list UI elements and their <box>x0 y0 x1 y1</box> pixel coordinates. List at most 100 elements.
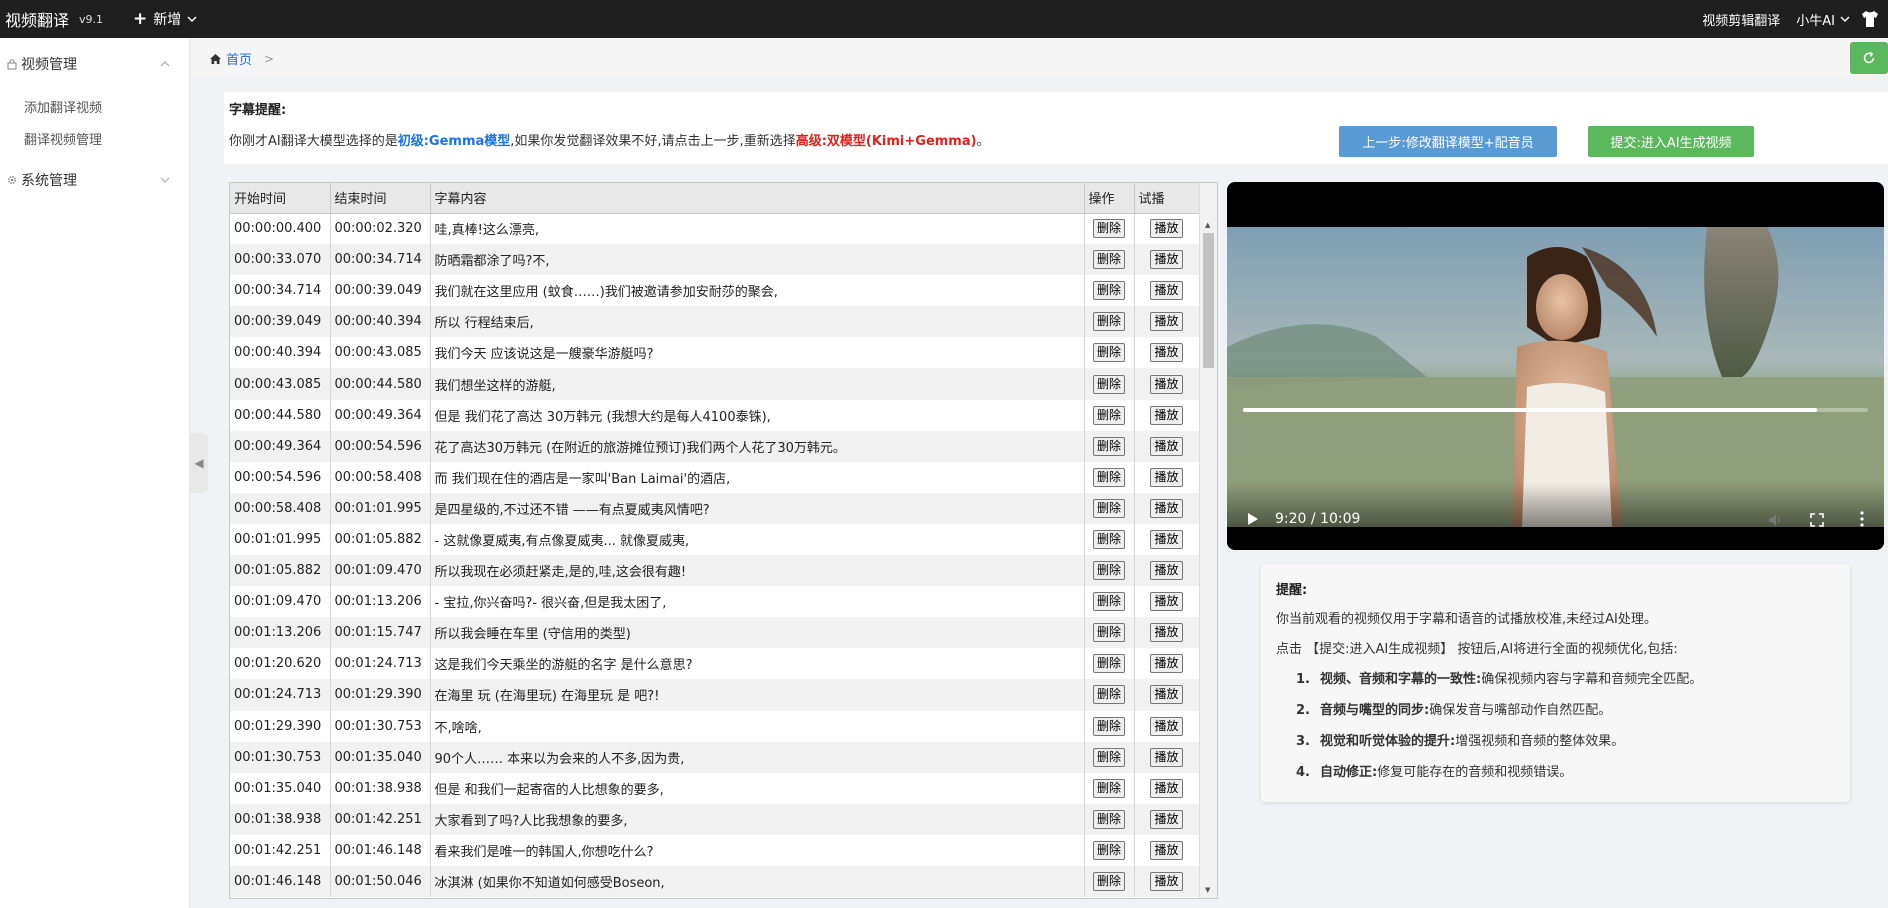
delete-row-button[interactable]: 删除 <box>1092 592 1125 612</box>
delete-row-button[interactable]: 删除 <box>1092 778 1125 798</box>
play-row-button[interactable]: 播放 <box>1150 250 1183 270</box>
play-row-button[interactable]: 播放 <box>1150 343 1183 363</box>
play-row-button[interactable]: 播放 <box>1150 405 1183 425</box>
delete-row-button[interactable]: 删除 <box>1092 498 1125 518</box>
scrollbar-thumb[interactable] <box>1203 233 1214 368</box>
subtitle-cell: 90个人…… 本来以为会来的人不多,因为贵, <box>430 741 1085 773</box>
delete-row-button[interactable]: 删除 <box>1092 219 1125 239</box>
delete-row-button[interactable]: 删除 <box>1092 623 1125 643</box>
volume-icon[interactable] <box>1768 513 1784 527</box>
play-row-button[interactable]: 播放 <box>1150 716 1183 736</box>
new-menu-label: 新增 <box>153 12 182 28</box>
play-icon[interactable] <box>1247 512 1259 526</box>
action-cell: 删除 <box>1084 586 1135 618</box>
play-row-button[interactable]: 播放 <box>1150 312 1183 332</box>
more-options-icon[interactable] <box>1860 511 1864 527</box>
delete-row-button[interactable]: 删除 <box>1092 747 1125 767</box>
delete-row-button[interactable]: 删除 <box>1092 343 1125 363</box>
play-row-button[interactable]: 播放 <box>1150 840 1183 860</box>
play-row-button[interactable]: 播放 <box>1150 623 1183 643</box>
delete-row-button[interactable]: 删除 <box>1092 809 1125 829</box>
list-item: 4. 自动修正:修复可能存在的音频和视频错误。 <box>1296 761 1702 792</box>
delete-row-button[interactable]: 删除 <box>1092 561 1125 581</box>
delete-row-button[interactable]: 删除 <box>1092 405 1125 425</box>
sidebar-group-video-management[interactable]: 视频管理 <box>0 38 189 90</box>
previous-step-button[interactable]: 上一步:修改翻译模型+配音员 <box>1339 126 1557 157</box>
play-row-button[interactable]: 播放 <box>1150 498 1183 518</box>
theme-shirt-icon[interactable] <box>1860 10 1880 28</box>
play-row-button[interactable]: 播放 <box>1150 778 1183 798</box>
subtitle-table-container: 开始时间 结束时间 字幕内容 操作 试播 00:00:00.400 00:00:0… <box>229 182 1218 899</box>
play-row-button[interactable]: 播放 <box>1150 374 1183 394</box>
play-row-button[interactable]: 播放 <box>1150 685 1183 705</box>
video-player[interactable]: 9:20 / 10:09 <box>1227 182 1884 550</box>
delete-row-button[interactable]: 删除 <box>1092 685 1125 705</box>
play-row-button[interactable]: 播放 <box>1150 219 1183 239</box>
app-brand[interactable]: 视频翻译 <box>5 7 69 31</box>
play-row-button[interactable]: 播放 <box>1150 654 1183 674</box>
end-time-cell: 00:01:38.938 <box>330 772 431 804</box>
home-icon <box>210 53 221 64</box>
video-controls: 9:20 / 10:09 <box>1227 482 1884 550</box>
refresh-button[interactable] <box>1850 42 1888 74</box>
delete-row-button[interactable]: 删除 <box>1092 312 1125 332</box>
submit-generate-video-button[interactable]: 提交:进入AI生成视频 <box>1588 126 1754 157</box>
tips-line: 你当前观看的视频仅用于字幕和语音的试播放校准,未经过AI处理。 <box>1276 612 1657 627</box>
scroll-down-icon[interactable]: ▼ <box>1205 886 1210 894</box>
delete-row-button[interactable]: 删除 <box>1092 840 1125 860</box>
delete-row-button[interactable]: 删除 <box>1092 374 1125 394</box>
delete-row-button[interactable]: 删除 <box>1092 654 1125 674</box>
table-row: 00:01:09.470 00:01:13.206- 宝拉,你兴奋吗?- 很兴奋,… <box>230 586 1200 618</box>
model-level-basic: 初级:Gemma模型 <box>397 134 511 149</box>
video-progress-bar[interactable] <box>1243 408 1868 412</box>
notice-text-part: 你刚才AI翻译大模型选择的是 <box>229 134 398 149</box>
user-menu[interactable]: 小牛AI <box>1796 10 1850 29</box>
table-scrollbar[interactable]: ▲ ▼ <box>1199 183 1217 898</box>
action-cell: 删除 <box>1084 461 1135 493</box>
table-row: 00:01:42.251 00:01:46.148 看来我们是唯一的韩国人,你想吃什… <box>230 834 1200 866</box>
fullscreen-icon[interactable] <box>1810 513 1824 527</box>
play-row-button[interactable]: 播放 <box>1150 467 1183 487</box>
delete-row-button[interactable]: 删除 <box>1092 281 1125 301</box>
header-strip: 首页 > <box>191 38 1888 76</box>
breadcrumb-home[interactable]: 首页 <box>226 49 252 68</box>
delete-row-button[interactable]: 删除 <box>1092 436 1125 456</box>
list-item-text: 确保视频内容与字幕和音频完全匹配。 <box>1481 672 1703 687</box>
end-time-cell: 00:01:01.995 <box>330 492 431 524</box>
end-time-cell: 00:00:44.580 <box>330 368 431 400</box>
table-row: 00:00:00.400 00:00:02.320 哇,真棒!这么漂亮, 删除 播放 <box>230 213 1200 245</box>
end-time-cell: 00:00:40.394 <box>330 306 431 338</box>
start-time-cell: 00:01:42.251 <box>230 834 331 866</box>
preview-cell: 播放 <box>1134 741 1200 773</box>
breadcrumb-separator: > <box>264 51 275 66</box>
action-cell: 删除 <box>1084 337 1135 369</box>
play-row-button[interactable]: 播放 <box>1150 747 1183 767</box>
gear-icon <box>7 175 17 185</box>
play-row-button[interactable]: 播放 <box>1150 592 1183 612</box>
sidebar-item-manage-videos[interactable]: 翻译视频管理 <box>0 122 189 154</box>
play-row-button[interactable]: 播放 <box>1150 436 1183 456</box>
table-row: 00:00:33.070 00:00:34.714 防晒霜都涂了吗?不, 删除 播放 <box>230 244 1200 276</box>
delete-row-button[interactable]: 删除 <box>1092 716 1125 736</box>
video-edit-translate-link[interactable]: 视频剪辑翻译 <box>1702 10 1780 29</box>
delete-row-button[interactable]: 删除 <box>1092 529 1125 549</box>
chevron-down-icon <box>1840 16 1850 22</box>
subtitle-cell: 所以 行程结束后, <box>430 306 1085 338</box>
sidebar-item-add-video[interactable]: 添加翻译视频 <box>0 90 189 122</box>
sidebar-collapse-toggle[interactable]: ◀ <box>190 433 208 493</box>
scroll-up-icon[interactable]: ▲ <box>1205 221 1210 229</box>
table-row: 00:01:05.882 00:01:09.470 所以我现在必须赶紧走,是的,哇,… <box>230 555 1200 587</box>
new-menu-button[interactable]: + 新增 <box>133 9 197 29</box>
delete-row-button[interactable]: 删除 <box>1092 250 1125 270</box>
delete-row-button[interactable]: 删除 <box>1092 872 1125 892</box>
play-row-button[interactable]: 播放 <box>1150 561 1183 581</box>
tips-title: 提醒: <box>1276 583 1308 598</box>
play-row-button[interactable]: 播放 <box>1150 281 1183 301</box>
play-row-button[interactable]: 播放 <box>1150 809 1183 829</box>
play-row-button[interactable]: 播放 <box>1150 872 1183 892</box>
delete-row-button[interactable]: 删除 <box>1092 467 1125 487</box>
sidebar-group-system-management[interactable]: 系统管理 <box>0 154 189 206</box>
table-row: 00:01:30.753 00:01:35.040 90个人…… 本来以为会来的人不… <box>230 741 1200 773</box>
table-row: 00:01:24.713 00:01:29.390 在海里 玩 (在海里玩) 在海里… <box>230 679 1200 711</box>
play-row-button[interactable]: 播放 <box>1150 529 1183 549</box>
